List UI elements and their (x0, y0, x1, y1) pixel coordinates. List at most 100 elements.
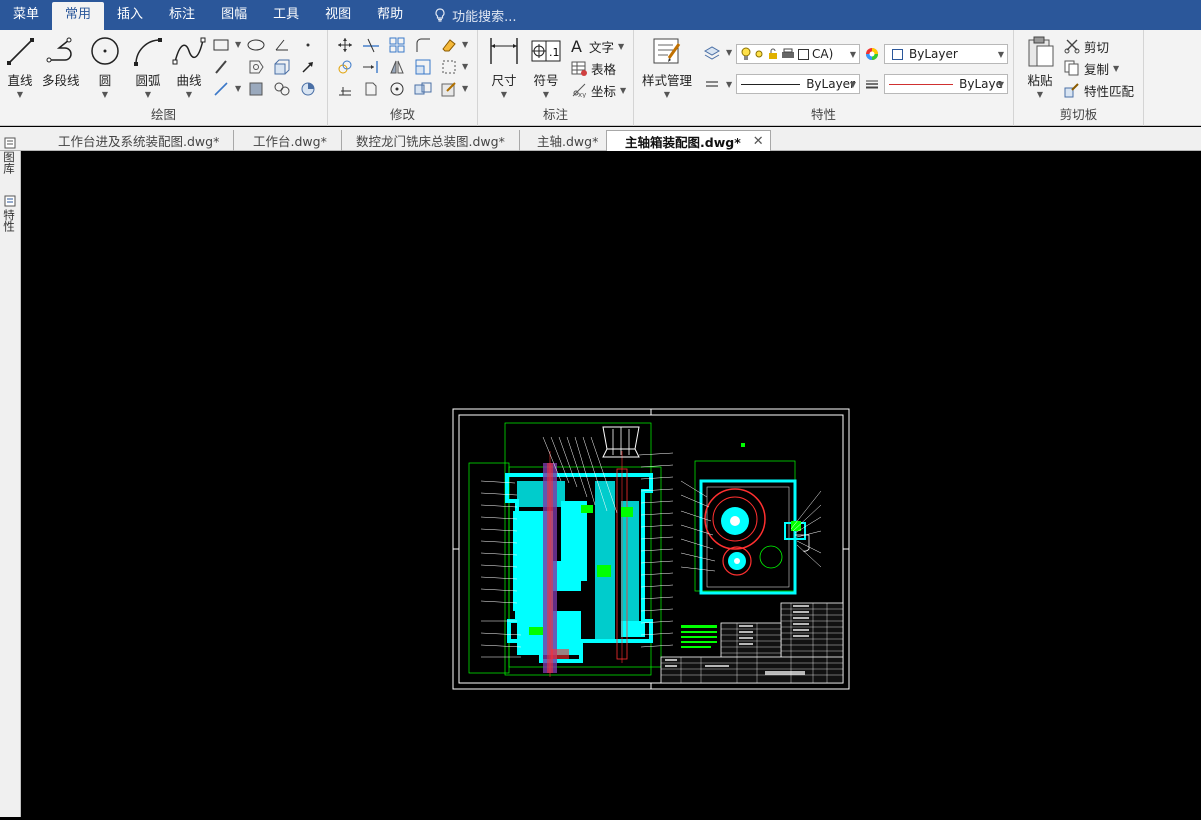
chevron-down-icon[interactable]: ▼ (501, 90, 507, 99)
coordinate-button[interactable]: xy 坐标 ▼ (571, 80, 626, 100)
menu-home[interactable]: 常用 (52, 2, 105, 30)
break-icon (414, 82, 432, 95)
match-list-button[interactable] (702, 76, 722, 94)
explode-tool[interactable] (439, 58, 459, 76)
chevron-down-icon[interactable]: ▼ (726, 80, 732, 89)
text-button[interactable]: A 文字 ▼ (571, 36, 624, 56)
eraser-tool[interactable] (439, 36, 459, 54)
curve-button[interactable]: 曲线 ▼ (172, 36, 206, 99)
svg-text:.1: .1 (549, 46, 560, 59)
chevron-down-icon[interactable]: ▼ (664, 90, 670, 99)
arc-icon (134, 38, 162, 66)
function-search[interactable]: 功能搜索... (416, 6, 517, 25)
angle-tool[interactable] (272, 36, 292, 54)
construction-line-tool[interactable] (211, 80, 231, 98)
3d-box-tool[interactable] (272, 58, 292, 76)
copy-objects-tool[interactable] (335, 58, 355, 76)
dimension-button[interactable]: 尺寸 ▼ (488, 36, 520, 99)
paste-button[interactable]: 粘贴 ▼ (1024, 36, 1056, 99)
color-wheel-button[interactable] (862, 45, 882, 63)
close-icon[interactable]: ✕ (753, 134, 764, 149)
tab-workbench[interactable]: 工作台.dwg* (235, 130, 342, 151)
library-panel-toggle[interactable]: 图库 (2, 137, 17, 174)
point-tool[interactable] (298, 36, 318, 54)
pie-tool[interactable] (298, 80, 318, 98)
cut-button[interactable]: 剪切 (1064, 36, 1109, 56)
list-icon (706, 81, 718, 87)
circle-label: 圆 (98, 73, 112, 88)
menu-drawing-frame[interactable]: 图幅 (208, 0, 260, 30)
chevron-down-icon[interactable]: ▼ (462, 84, 468, 93)
chevron-down-icon[interactable]: ▼ (726, 48, 732, 57)
ellipse-tool[interactable] (246, 36, 266, 54)
chevron-down-icon[interactable]: ▼ (17, 90, 23, 99)
offset-icon (339, 87, 351, 96)
text-icon: A (571, 38, 582, 54)
circle-button[interactable]: 圆 ▼ (89, 36, 121, 99)
region-tool[interactable] (246, 58, 266, 76)
style-manager-button[interactable]: 样式管理 ▼ (642, 36, 692, 99)
pencil-tool[interactable] (211, 58, 231, 76)
chevron-down-icon[interactable]: ▼ (186, 90, 192, 99)
linetype-value: ByLayer (806, 77, 855, 91)
coordinate-icon: xy (572, 83, 586, 98)
match-properties-icon (1064, 83, 1079, 98)
tab-gantry-mill-assembly[interactable]: 数控龙门铣床总装图.dwg* (338, 130, 520, 151)
chevron-down-icon[interactable]: ▼ (235, 40, 241, 49)
rectangle-tool[interactable] (211, 36, 231, 54)
chevron-down-icon[interactable]: ▼ (102, 90, 108, 99)
tab-label: 主轴.dwg* (537, 134, 599, 149)
chevron-down-icon[interactable]: ▼ (543, 90, 549, 99)
stretch-tool[interactable] (361, 80, 381, 98)
chevron-down-icon[interactable]: ▼ (462, 40, 468, 49)
lineweight-select[interactable]: ByLaye ▼ (884, 74, 1008, 94)
menu-insert[interactable]: 插入 (104, 0, 156, 30)
tab-workbench-feed-system[interactable]: 工作台进及系统装配图.dwg* (40, 130, 235, 151)
copy-button[interactable]: 复制 ▼ (1064, 58, 1119, 78)
array-tool[interactable] (387, 36, 407, 54)
menu-annotate[interactable]: 标注 (156, 0, 208, 30)
lineweight-button[interactable] (862, 75, 882, 93)
polyline-button[interactable]: 多段线 (42, 36, 80, 89)
hatch-tool[interactable] (246, 80, 266, 98)
menu-tools[interactable]: 工具 (260, 0, 312, 30)
properties-panel-toggle[interactable]: 特性 (2, 195, 17, 232)
edit-tool[interactable] (439, 80, 459, 98)
break-tool[interactable] (413, 80, 433, 98)
layer-select[interactable]: CA) ▼ (736, 44, 860, 64)
chevron-down-icon[interactable]: ▼ (462, 62, 468, 71)
copy-objects-icon (338, 60, 352, 74)
match-properties-button[interactable]: 特性匹配 (1064, 80, 1134, 100)
rotate-tool[interactable] (387, 80, 407, 98)
match-properties-label: 特性匹配 (1084, 83, 1135, 99)
menu-view[interactable]: 视图 (312, 0, 364, 30)
layer-states-button[interactable] (702, 44, 722, 62)
block-tool[interactable] (272, 80, 292, 98)
table-button[interactable]: 表格 (571, 58, 616, 78)
extend-tool[interactable] (361, 58, 381, 76)
scale-tool[interactable] (413, 58, 433, 76)
move-tool[interactable] (335, 36, 355, 54)
fillet-tool[interactable] (413, 36, 433, 54)
cut-label: 剪切 (1084, 39, 1110, 55)
menu-help[interactable]: 帮助 (364, 0, 416, 30)
pie-icon (301, 82, 315, 96)
arrow-tool[interactable] (298, 58, 318, 76)
chevron-down-icon[interactable]: ▼ (1037, 90, 1043, 99)
line-button[interactable]: 直线 ▼ (5, 36, 35, 99)
offset-tool[interactable] (335, 80, 355, 98)
menu-main[interactable]: 菜单 (0, 0, 52, 30)
layer-name: CA) (812, 47, 834, 61)
arc-button[interactable]: 圆弧 ▼ (132, 36, 164, 99)
chevron-down-icon[interactable]: ▼ (235, 84, 241, 93)
mirror-tool[interactable] (387, 58, 407, 76)
symbol-button[interactable]: .1 符号 ▼ (530, 36, 562, 99)
tab-headstock-assembly[interactable]: 主轴箱装配图.dwg* ✕ (606, 130, 771, 151)
tab-spindle[interactable]: 主轴.dwg* (519, 130, 614, 151)
linetype-select[interactable]: ByLayer ▼ (736, 74, 860, 94)
chevron-down-icon[interactable]: ▼ (145, 90, 151, 99)
color-select[interactable]: ByLayer ▼ (884, 44, 1008, 64)
trim-tool[interactable] (361, 36, 381, 54)
drawing-canvas[interactable] (21, 151, 1201, 817)
arc-label: 圆弧 (135, 73, 161, 88)
